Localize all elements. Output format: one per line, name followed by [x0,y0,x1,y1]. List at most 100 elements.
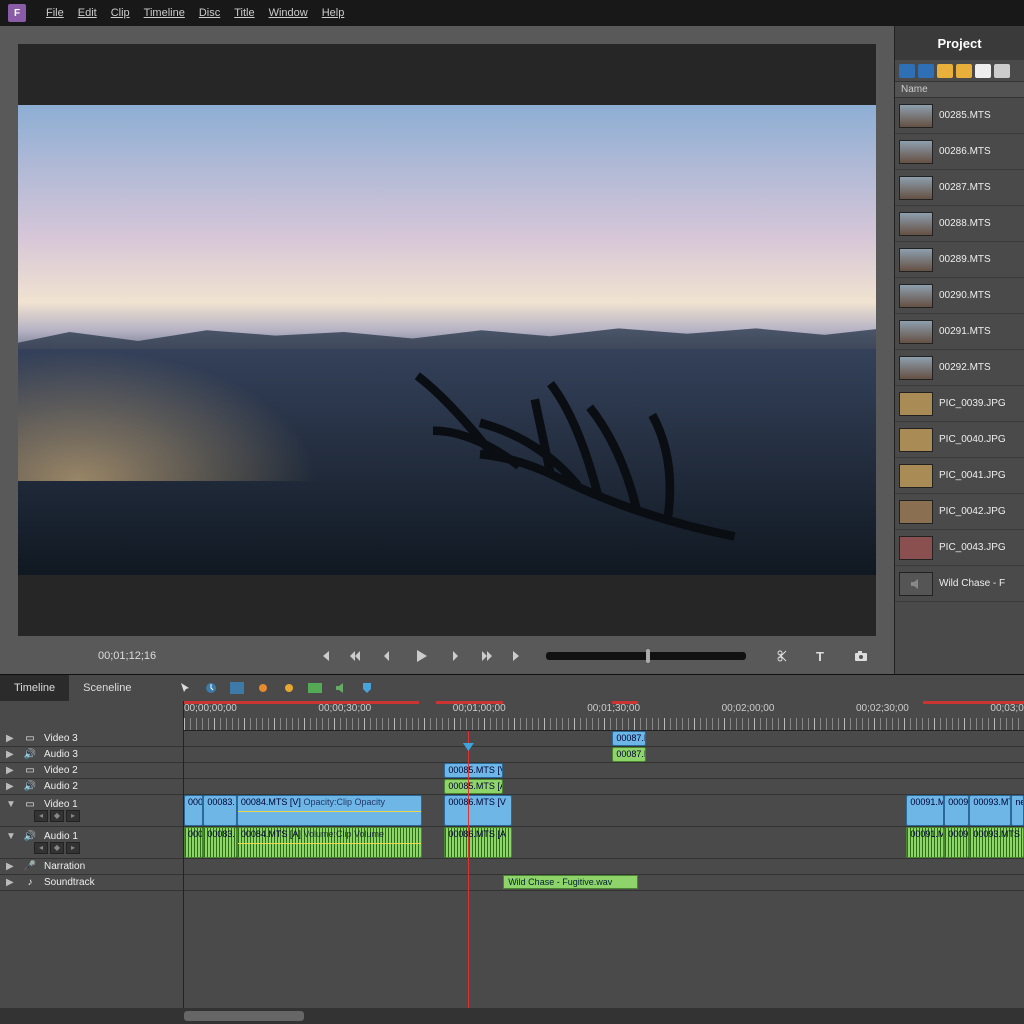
rewind-button[interactable] [344,646,366,666]
tab-timeline[interactable]: Timeline [0,675,69,701]
prev-kf-icon[interactable]: ◂ [34,810,48,822]
clip-audio[interactable]: 00087.M [612,747,646,762]
clip-video[interactable]: 00091.MTS [V [906,795,944,826]
selection-tool-icon[interactable] [176,679,194,697]
play-button[interactable] [404,646,438,666]
ruler-label: 00;00;30;00 [318,703,371,714]
ruler-label: 00;03;00 [990,703,1024,714]
next-kf-icon[interactable]: ▸ [66,842,80,854]
clip-audio[interactable]: 00083. [203,827,237,858]
asset-name: 00287.MTS [939,182,991,193]
grid-view-icon[interactable] [918,64,934,78]
svg-text:T: T [816,649,824,663]
asset-row[interactable]: PIC_0043.JPG [895,530,1024,566]
project-column-name[interactable]: Name [895,82,1024,98]
asset-row[interactable]: 00292.MTS [895,350,1024,386]
add-kf-icon[interactable]: ◆ [50,842,64,854]
clip-audio[interactable]: 00092. [944,827,969,858]
open-folder-icon[interactable] [937,64,953,78]
tab-sceneline[interactable]: Sceneline [69,675,145,701]
track-header-soundtrack[interactable]: ▶♪Soundtrack [0,875,183,891]
menu-title[interactable]: Title [234,7,254,19]
step-back-button[interactable] [374,646,396,666]
clip-audio[interactable]: 00091.MTS [A [906,827,944,858]
asset-row[interactable]: PIC_0041.JPG [895,458,1024,494]
properties-icon[interactable] [228,679,246,697]
asset-row[interactable]: 00286.MTS [895,134,1024,170]
clip-video[interactable]: ne [1011,795,1024,826]
clip-video[interactable]: 000 [184,795,203,826]
ruler-label: 00;00;00;00 [184,703,237,714]
track-header-audio1[interactable]: ▼🔊Audio 1◂◆▸ [0,827,183,859]
asset-row[interactable]: 00289.MTS [895,242,1024,278]
asset-thumb-icon [899,140,933,164]
clip-video[interactable]: 00093.MTS [V [969,795,1011,826]
marker-icon[interactable] [358,679,376,697]
goto-in-button[interactable] [314,646,336,666]
clip-audio[interactable]: 00086.MTS [A [444,827,511,858]
shuttle-slider[interactable] [546,652,746,660]
track-header-audio3[interactable]: ▶🔊Audio 3 [0,747,183,763]
clip-soundtrack[interactable]: Wild Chase - Fugitive.wav [503,875,637,889]
new-folder-icon[interactable] [956,64,972,78]
track-header-video3[interactable]: ▶▭Video 3 [0,731,183,747]
transport-bar: 00;01;12;16 T [18,636,876,668]
new-item-icon[interactable] [975,64,991,78]
list-view-icon[interactable] [899,64,915,78]
asset-row[interactable]: PIC_0039.JPG [895,386,1024,422]
asset-row[interactable]: PIC_0042.JPG [895,494,1024,530]
timeline-panel: Timeline Sceneline 00;00;00;00 00;00;30;… [0,674,1024,1024]
track-header-video2[interactable]: ▶▭Video 2 [0,763,183,779]
track-header-audio2[interactable]: ▶🔊Audio 2 [0,779,183,795]
menu-window[interactable]: Window [269,7,308,19]
audio-tool-icon[interactable] [332,679,350,697]
asset-row[interactable]: 00290.MTS [895,278,1024,314]
clip-audio[interactable]: 00085.MTS [A [444,779,503,794]
asset-list: 00285.MTS 00286.MTS 00287.MTS 00288.MTS … [895,98,1024,674]
track-lanes[interactable]: 00087.M 00087.M 00085.MTS [V 00085.MTS [… [184,731,1024,1008]
clip-video[interactable]: 00092. [944,795,969,826]
goto-out-button[interactable] [506,646,528,666]
fastfwd-button[interactable] [476,646,498,666]
asset-row[interactable]: 00285.MTS [895,98,1024,134]
asset-name: PIC_0041.JPG [939,470,1006,481]
playhead[interactable] [468,731,469,1008]
track-header-video1[interactable]: ▼▭Video 1◂◆▸ [0,795,183,827]
menu-help[interactable]: Help [322,7,345,19]
time-stretch-icon[interactable] [202,679,220,697]
marker-tool-icon[interactable] [254,679,272,697]
menu-timeline[interactable]: Timeline [144,7,185,19]
next-kf-icon[interactable]: ▸ [66,810,80,822]
smart-trim-icon[interactable] [280,679,298,697]
add-kf-icon[interactable]: ◆ [50,810,64,822]
clip-audio[interactable]: 000 [184,827,203,858]
menu-edit[interactable]: Edit [78,7,97,19]
asset-row[interactable]: 00288.MTS [895,206,1024,242]
timeline-h-scrollbar[interactable] [0,1008,1024,1024]
snapshot-icon[interactable] [850,646,872,666]
preview-window[interactable] [18,44,876,636]
step-fwd-button[interactable] [446,646,468,666]
prev-kf-icon[interactable]: ◂ [34,842,48,854]
render-bar-icon[interactable] [306,679,324,697]
clip-video[interactable]: 00086.MTS [V [444,795,511,826]
menu-clip[interactable]: Clip [111,7,130,19]
time-ruler[interactable]: 00;00;00;00 00;00;30;00 00;01;00;00 00;0… [184,701,1024,731]
clip-video[interactable]: 00083. [203,795,237,826]
clip-audio[interactable]: 00084.MTS [A] Volume:Clip Volume [237,827,422,858]
asset-row[interactable]: 00287.MTS [895,170,1024,206]
asset-row[interactable]: 00291.MTS [895,314,1024,350]
clip-video[interactable]: 00084.MTS [V] Opacity:Clip Opacity [237,795,422,826]
delete-icon[interactable] [994,64,1010,78]
clip-video[interactable]: 00085.MTS [V [444,763,503,778]
split-clip-icon[interactable] [770,646,792,666]
track-header-narration[interactable]: ▶🎤Narration [0,859,183,875]
clip-video[interactable]: 00087.M [612,731,646,746]
menu-disc[interactable]: Disc [199,7,220,19]
asset-row[interactable]: PIC_0040.JPG [895,422,1024,458]
clip-audio[interactable]: 00093.MTS [A] [969,827,1024,858]
menu-file[interactable]: File [46,7,64,19]
preview-frame [18,105,876,575]
title-icon[interactable]: T [810,646,832,666]
asset-row-sound[interactable]: Wild Chase - F [895,566,1024,602]
